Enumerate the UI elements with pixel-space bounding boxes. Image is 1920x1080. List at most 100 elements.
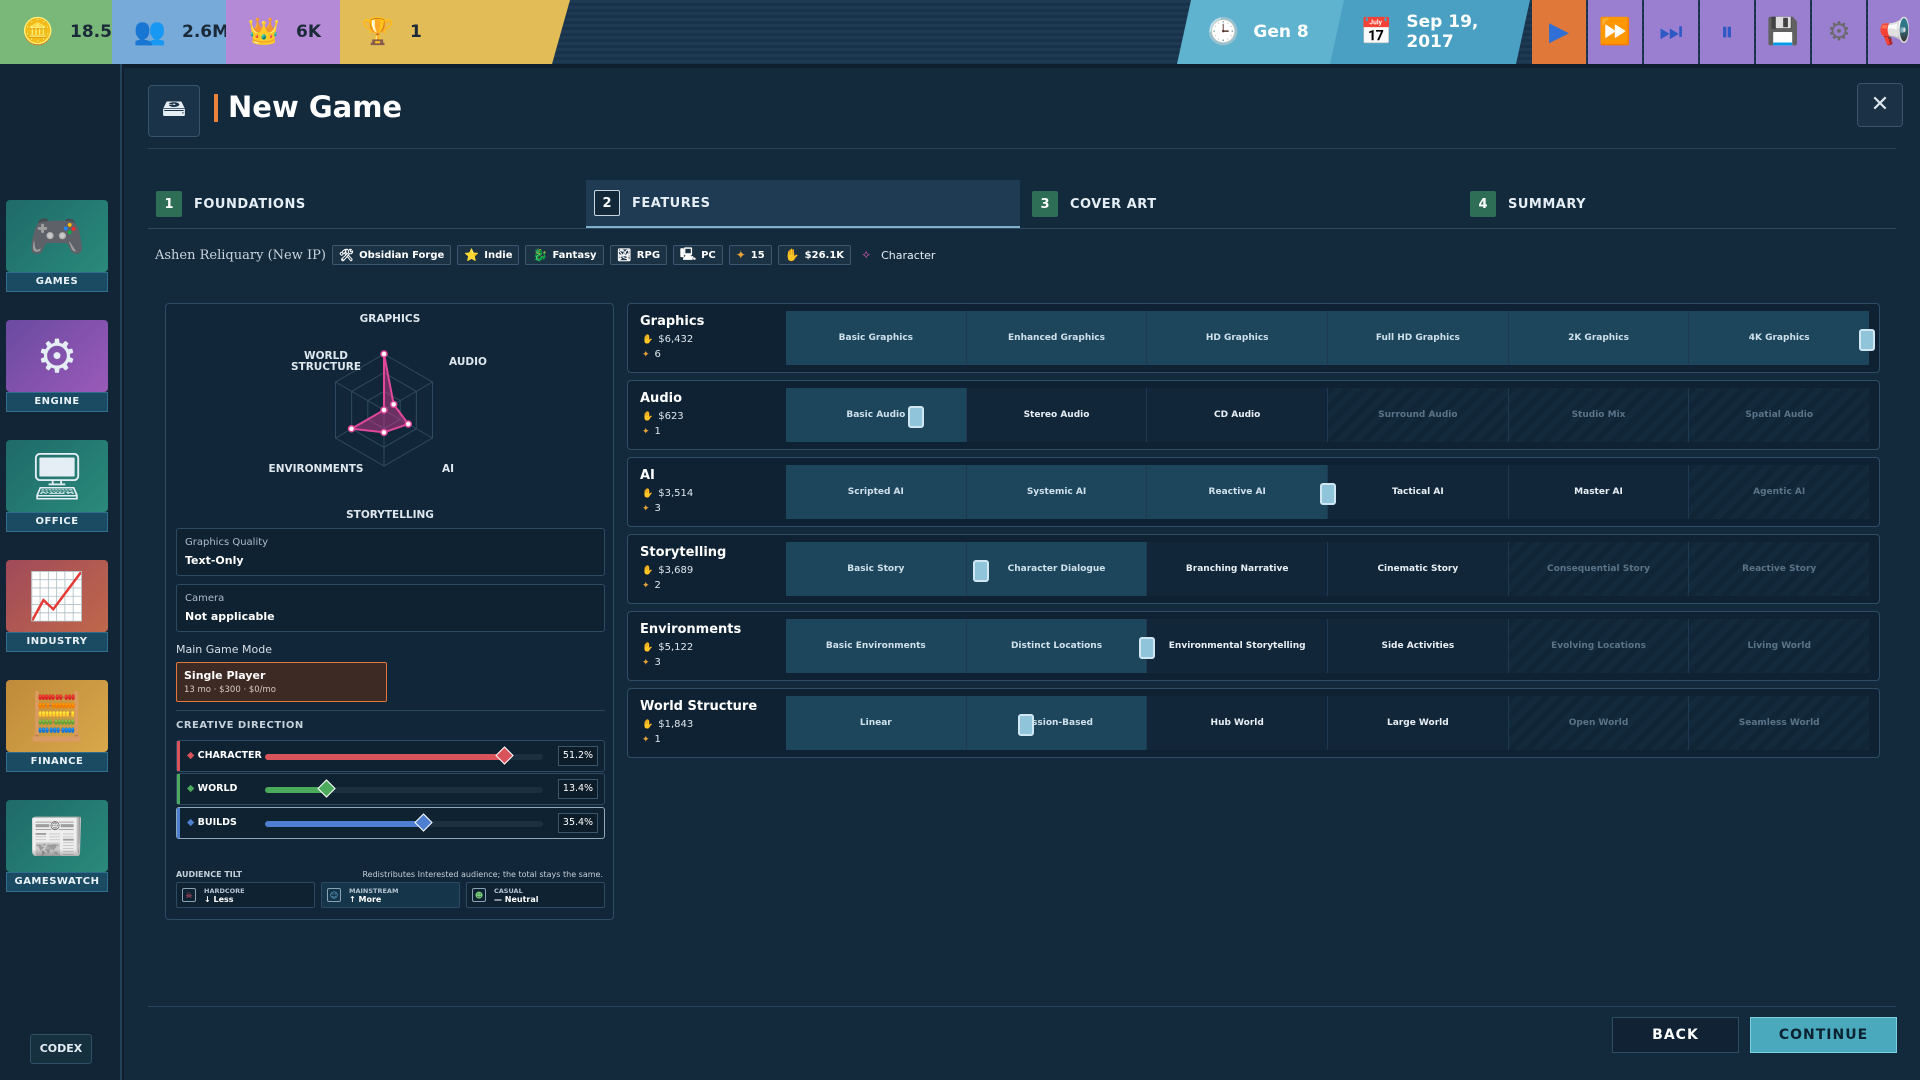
feature-tier[interactable]: Systemic AI — [965, 465, 1147, 519]
sidebar-item-finance[interactable]: 🧮 FINANCE — [6, 680, 108, 772]
sidebar-item-office[interactable]: 🖥 OFFICE — [6, 440, 108, 532]
feature-tier[interactable]: Basic Story — [786, 542, 966, 596]
tilt-hardcore-button[interactable]: ☠ HARDCORE ↓ Less — [176, 882, 315, 908]
fastest-forward-icon: ⏭ — [1659, 16, 1683, 47]
money-stat[interactable]: 🪙 18.5M — [0, 0, 130, 64]
feature-tier[interactable]: Tactical AI — [1327, 465, 1508, 519]
field-label: Camera — [185, 593, 225, 604]
feature-tier-track[interactable]: Basic Story Character Dialogue Branching N… — [786, 542, 1870, 596]
feature-tier[interactable]: Hub World — [1146, 696, 1328, 750]
settings-button[interactable]: ⚙ — [1812, 0, 1866, 64]
feature-tier[interactable]: CD Audio — [1146, 388, 1328, 442]
feature-tier[interactable]: Cinematic Story — [1327, 542, 1508, 596]
tilt-casual-button[interactable]: ☻ CASUAL — Neutral — [466, 882, 605, 908]
feature-tier[interactable]: HD Graphics — [1146, 311, 1328, 365]
feature-tier[interactable]: Open World — [1507, 696, 1689, 750]
fast-forward-button[interactable]: ⏩ — [1588, 0, 1642, 64]
date-stat: 📅 Sep 19, 2017 — [1330, 0, 1530, 64]
tab-summary[interactable]: 4 SUMMARY — [1462, 180, 1892, 228]
fame-stat[interactable]: 👑 6K — [226, 0, 358, 64]
feature-tier-track[interactable]: Basic Audio Stereo Audio CD Audio Surround … — [786, 388, 1870, 442]
points-label: 15 — [750, 249, 765, 261]
sidebar-item-industry[interactable]: 📈 INDUSTRY — [6, 560, 108, 652]
points-value: 1 — [654, 426, 661, 437]
feature-tier[interactable]: Large World — [1327, 696, 1508, 750]
sidebar-item-engine[interactable]: ⚙ ENGINE — [6, 320, 108, 412]
casual-icon: ☻ — [472, 888, 486, 902]
field-label: Graphics Quality — [185, 537, 269, 548]
slider-handle[interactable] — [495, 746, 514, 765]
tier-slider-handle[interactable] — [907, 406, 924, 428]
tilt-mainstream-button[interactable]: ☺ MAINSTREAM ↑ More — [321, 882, 460, 908]
step-label: FEATURES — [632, 195, 711, 211]
save-button[interactable]: 💾 — [1756, 0, 1810, 64]
feature-tier[interactable]: Agentic AI — [1688, 465, 1870, 519]
feature-tier[interactable]: Evolving Locations — [1507, 619, 1689, 673]
feature-tier[interactable]: Basic Graphics — [786, 311, 966, 365]
feature-tier[interactable]: Consequential Story — [1507, 542, 1689, 596]
feature-tier[interactable]: Environmental Storytelling — [1146, 619, 1328, 673]
feature-tier-track[interactable]: Linear Mission-Based Hub World Large World O… — [786, 696, 1870, 750]
slider-handle[interactable] — [317, 779, 336, 798]
feature-tier-track[interactable]: Basic Graphics Enhanced Graphics HD Graphi… — [786, 311, 1875, 365]
awards-stat[interactable]: 🏆 1 — [340, 0, 570, 64]
slider-handle[interactable] — [414, 813, 434, 832]
feature-name: World Structure — [640, 699, 758, 714]
sidebar-item-gameswatch[interactable]: 📰 GAMESWATCH — [6, 800, 108, 892]
feature-tier[interactable]: Studio Mix — [1507, 388, 1689, 442]
tier-slider-handle[interactable] — [1018, 714, 1035, 736]
feature-tier[interactable]: 2K Graphics — [1507, 311, 1689, 365]
feature-tier[interactable]: Enhanced Graphics — [965, 311, 1147, 365]
feature-tier[interactable]: Living World — [1688, 619, 1870, 673]
builds-slider[interactable] — [265, 813, 543, 832]
feature-tier[interactable]: Surround Audio — [1327, 388, 1508, 442]
feature-tier[interactable]: 4K Graphics — [1688, 311, 1870, 365]
feature-row: World Structure ✋ $1,843 ✦ 1 Linear Mission-Ba… — [627, 688, 1880, 758]
tab-foundations[interactable]: 1 FOUNDATIONS — [148, 180, 578, 228]
character-slider[interactable] — [265, 746, 543, 765]
feature-tier[interactable]: Seamless World — [1688, 696, 1870, 750]
tier-slider-handle[interactable] — [1319, 483, 1336, 505]
feature-tier-track[interactable]: Basic Environments Distinct Locations Envi… — [786, 619, 1870, 673]
world-slider[interactable] — [265, 779, 543, 798]
fans-stat[interactable]: 👥 2.6M — [112, 0, 244, 64]
camera-field[interactable]: Camera Not applicable — [176, 584, 605, 632]
feature-tier[interactable]: Master AI — [1507, 465, 1689, 519]
feature-tier[interactable]: Distinct Locations — [965, 619, 1147, 673]
feature-tier[interactable]: Reactive AI — [1146, 465, 1328, 519]
feature-tier[interactable]: Basic Environments — [786, 619, 966, 673]
row-accent — [177, 808, 180, 838]
tier-slider-handle[interactable] — [1139, 637, 1155, 659]
cost-icon: ✋ — [642, 412, 654, 422]
feature-name: AI — [640, 468, 655, 483]
feature-tier-track[interactable]: Scripted AI Systemic AI Reactive AI Tactica… — [786, 465, 1870, 519]
fastest-forward-button[interactable]: ⏭ — [1644, 0, 1698, 64]
continue-button[interactable]: CONTINUE — [1750, 1017, 1897, 1053]
tab-features[interactable]: 2 FEATURES — [586, 180, 1020, 228]
sidebar-item-games[interactable]: 🎮 GAMES — [6, 200, 108, 292]
feature-tier[interactable]: Branching Narrative — [1146, 542, 1328, 596]
feature-tier[interactable]: Side Activities — [1327, 619, 1508, 673]
tab-cover-art[interactable]: 3 COVER ART — [1024, 180, 1454, 228]
feature-tier[interactable]: Mission-Based — [965, 696, 1147, 750]
feature-tier[interactable]: Scripted AI — [786, 465, 966, 519]
feature-tier[interactable]: Reactive Story — [1688, 542, 1870, 596]
back-button[interactable]: BACK — [1612, 1017, 1739, 1053]
fans-icon: 👥 — [133, 17, 167, 47]
single-player-mode-card[interactable]: Single Player 13 mo · $300 · $0/mo — [176, 662, 387, 702]
graphics-quality-field[interactable]: Graphics Quality Text-Only — [176, 528, 605, 576]
feature-tier[interactable]: Linear — [786, 696, 966, 750]
feature-tier[interactable]: Basic Audio — [786, 388, 966, 442]
tier-slider-handle[interactable] — [1859, 329, 1875, 351]
feature-tier[interactable]: Spatial Audio — [1688, 388, 1870, 442]
feature-tier[interactable]: Stereo Audio — [965, 388, 1147, 442]
play-button[interactable]: ▶ — [1532, 0, 1586, 64]
feature-row: AI ✋ $3,514 ✦ 3 Scripted AI Systemic AI Reactiv… — [627, 457, 1880, 527]
tier-slider-handle[interactable] — [972, 560, 989, 582]
notifications-button[interactable]: 📢 — [1868, 0, 1920, 64]
feature-tier[interactable]: Character Dialogue — [965, 542, 1147, 596]
pause-button[interactable]: ⏸ — [1700, 0, 1754, 64]
feature-tier[interactable]: Full HD Graphics — [1327, 311, 1508, 365]
codex-button[interactable]: CODEX — [30, 1034, 92, 1064]
close-button[interactable]: ✕ — [1857, 83, 1903, 127]
